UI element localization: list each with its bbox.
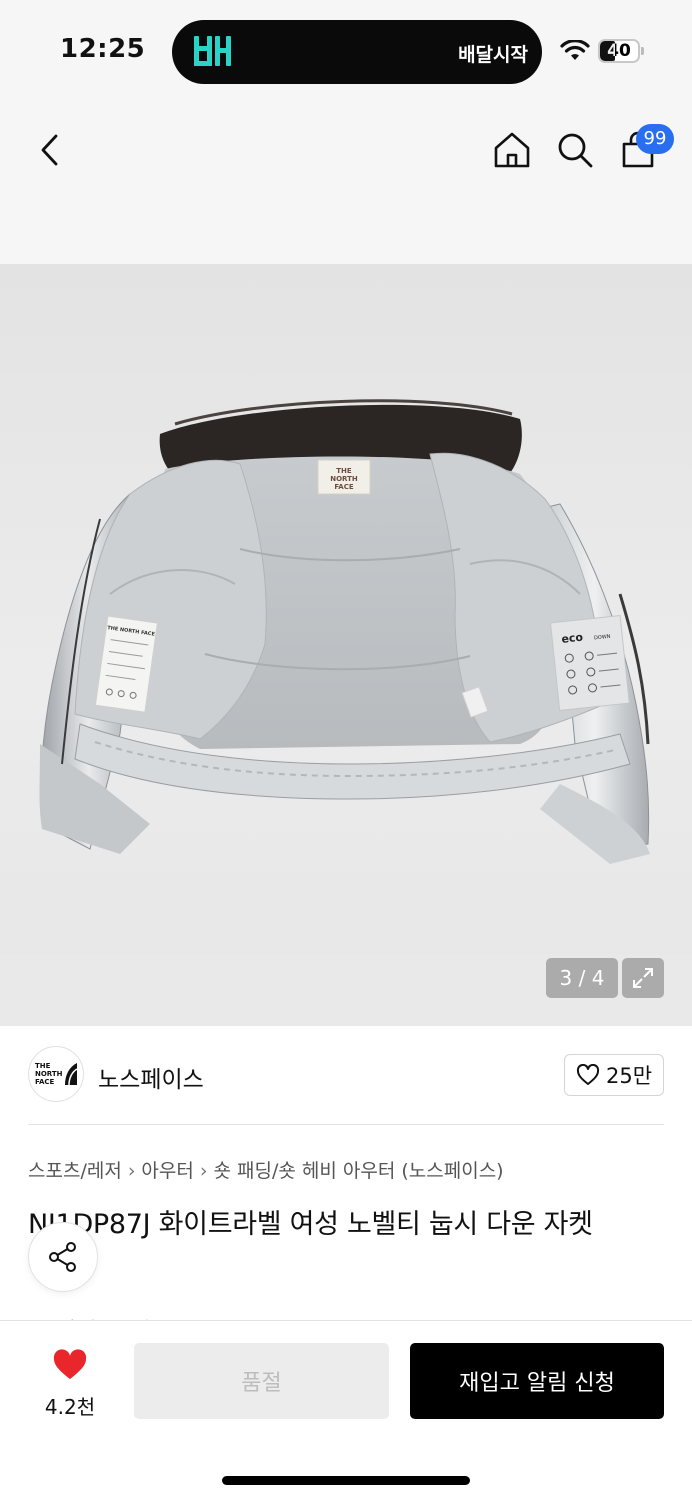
wishlist-count: 4.2천 xyxy=(44,1395,96,1419)
product-detail-page: 12:25 배달시작 40 99 THE NORTH FACE THE NORT… xyxy=(0,0,692,1500)
cart-count-badge: 99 xyxy=(636,124,674,154)
soldout-button[interactable]: 품절 xyxy=(134,1343,389,1419)
svg-text:THE: THE xyxy=(336,467,352,475)
status-bar: 12:25 배달시작 40 xyxy=(0,0,692,104)
product-title: NJ1DP87J 화이트라벨 여성 노벨티 눕시 다운 자켓 xyxy=(28,1209,593,1240)
product-image-gallery[interactable]: THE NORTH FACE THE NORTH FACE eco DOWN xyxy=(0,264,692,1026)
breadcrumb-item[interactable]: 아우터 xyxy=(141,1160,193,1182)
svg-text:NORTH: NORTH xyxy=(330,475,358,483)
north-face-logo-icon: THE NORTH FACE xyxy=(35,1062,78,1086)
top-nav xyxy=(0,104,692,204)
battery-level: 40 xyxy=(607,41,631,61)
product-info: THE NORTH FACE 노스페이스 25만 스포츠/레저 › 아우터 › 숏 패딩… xyxy=(0,1026,692,1339)
search-icon xyxy=(558,133,593,168)
share-button[interactable] xyxy=(28,1222,98,1292)
expand-button[interactable] xyxy=(622,958,664,998)
svg-text:FACE: FACE xyxy=(35,1078,55,1086)
brand-logo[interactable]: THE NORTH FACE xyxy=(28,1046,84,1102)
breadcrumb-separator: › xyxy=(199,1160,208,1182)
jacket-photo: THE NORTH FACE THE NORTH FACE eco DOWN xyxy=(39,399,650,864)
status-time: 12:25 xyxy=(60,34,146,64)
image-counter: 3 / 4 xyxy=(546,958,618,998)
breadcrumb: 스포츠/레저 › 아우터 › 숏 패딩/숏 헤비 아우터 (노스페이스) xyxy=(28,1156,504,1183)
heart-outline-icon xyxy=(576,1064,600,1085)
dynamic-island[interactable]: 배달시작 xyxy=(172,20,542,84)
svg-text:NORTH: NORTH xyxy=(35,1070,63,1078)
brand-like-button[interactable]: 25만 xyxy=(564,1054,664,1096)
wifi-icon xyxy=(560,40,590,60)
divider xyxy=(28,1124,664,1125)
home-button[interactable] xyxy=(488,126,536,174)
wishlist-button[interactable]: 4.2천 xyxy=(32,1345,108,1419)
battery-indicator: 40 xyxy=(598,39,644,63)
expand-icon xyxy=(633,968,653,988)
heart-icon xyxy=(53,1349,87,1379)
breadcrumb-item[interactable]: 스포츠/레저 xyxy=(28,1160,122,1182)
brand-like-count: 25만 xyxy=(605,1064,653,1088)
brand-name[interactable]: 노스페이스 xyxy=(98,1060,204,1094)
chevron-left-icon xyxy=(41,134,58,166)
island-app-text: 배달시작 xyxy=(458,44,528,66)
svg-text:THE: THE xyxy=(35,1062,51,1070)
search-button[interactable] xyxy=(551,126,599,174)
back-button[interactable] xyxy=(26,126,74,174)
svg-text:FACE: FACE xyxy=(334,483,354,491)
baemin-logo-icon xyxy=(194,36,231,66)
breadcrumb-item[interactable]: 숏 패딩/숏 헤비 아우터 (노스페이스) xyxy=(213,1160,503,1182)
home-indicator xyxy=(222,1476,470,1485)
share-icon xyxy=(49,1242,76,1272)
breadcrumb-separator: › xyxy=(127,1160,136,1182)
bottom-action-bar: 4.2천 품절 재입고 알림 신청 xyxy=(0,1320,692,1500)
home-icon xyxy=(494,132,530,168)
svg-text:eco: eco xyxy=(561,631,584,646)
restock-alert-button[interactable]: 재입고 알림 신청 xyxy=(410,1343,664,1419)
